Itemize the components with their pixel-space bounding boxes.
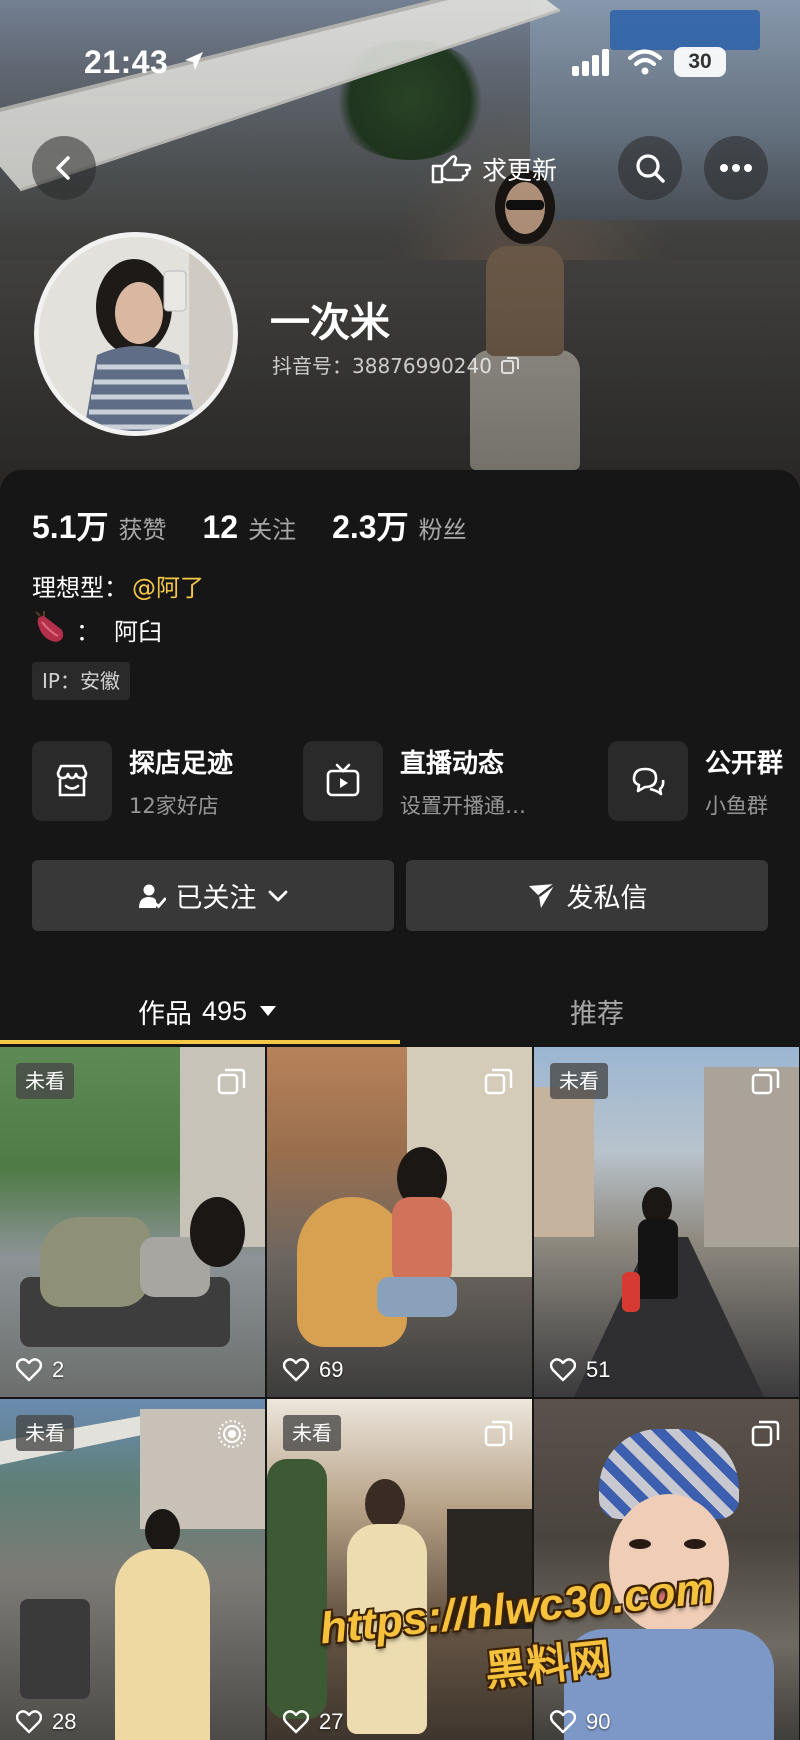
feature-public-group-title: 公开群 [705, 748, 784, 779]
bio-line-1: 理想型： @阿了 [32, 568, 204, 603]
stat-followers-value: 2.3万 [332, 509, 409, 545]
multi-image-icon [751, 1068, 780, 1095]
likes-value: 69 [319, 1357, 344, 1382]
following-button-label: 已关注 [175, 883, 257, 914]
feature-live-updates-title: 直播动态 [400, 748, 505, 779]
live-photo-icon [218, 1420, 246, 1448]
likes-count: 28 [16, 1709, 76, 1735]
stat-following-label: 关注 [248, 516, 297, 544]
cellular-signal-icon [572, 49, 609, 76]
likes-count: 90 [550, 1709, 610, 1735]
status-time: 21:43 [84, 44, 169, 80]
feature-store-visits[interactable]: 探店足迹 12家好店 [32, 740, 233, 822]
pointing-hand-icon [431, 155, 472, 184]
tv-icon [326, 763, 360, 797]
work-thumbnail[interactable]: 未看 2 [0, 1047, 265, 1397]
send-message-button[interactable]: 发私信 [406, 860, 768, 931]
ip-location-tag: IP：安徽 [32, 662, 130, 700]
heart-icon [550, 1358, 576, 1382]
work-thumbnail[interactable]: 90 [534, 1399, 799, 1740]
active-tab-indicator [0, 1040, 400, 1044]
avatar-photo [39, 237, 233, 431]
back-button[interactable] [32, 136, 96, 200]
chevron-left-icon [56, 156, 70, 180]
work-thumbnail[interactable]: 未看 51 [534, 1047, 799, 1397]
stat-following[interactable]: 12 关注 [203, 509, 297, 546]
more-options-button[interactable] [704, 136, 768, 200]
work-thumbnail[interactable]: 69 [267, 1047, 532, 1397]
search-icon [636, 154, 665, 183]
following-button[interactable]: 已关注 [32, 860, 394, 931]
wifi-icon [628, 49, 662, 75]
feature-store-visits-title: 探店足迹 [129, 748, 234, 779]
bio-line-2-text: 阿臼 [114, 617, 162, 646]
send-message-label: 发私信 [566, 883, 648, 914]
tab-recommend[interactable]: 推荐 [570, 986, 624, 1036]
bio-line-2: ： 阿臼 [32, 610, 162, 648]
work-thumbnail[interactable]: 未看 28 [0, 1399, 265, 1740]
copy-icon[interactable] [500, 355, 520, 375]
multi-image-icon [751, 1420, 780, 1447]
request-update-label: 求更新 [482, 156, 558, 185]
tab-works-label: 作品 [138, 998, 192, 1030]
feature-store-visits-subtitle: 12家好店 [129, 793, 219, 818]
unseen-badge: 未看 [16, 1063, 74, 1099]
user-check-icon [138, 884, 166, 909]
heart-icon [283, 1710, 309, 1734]
chat-bubbles-icon [632, 767, 665, 796]
unseen-badge: 未看 [16, 1415, 74, 1451]
multi-image-icon [484, 1420, 513, 1447]
likes-value: 27 [319, 1709, 344, 1734]
work-thumbnail[interactable]: 未看 27 [267, 1399, 532, 1740]
stat-following-value: 12 [202, 509, 239, 545]
tab-works-count: 495 [202, 995, 248, 1026]
multi-image-icon [217, 1068, 246, 1095]
likes-count: 69 [283, 1357, 343, 1383]
douyin-id-row[interactable]: 抖音号：38876990240 [272, 350, 520, 379]
search-button[interactable] [618, 136, 682, 200]
bio-mention-link[interactable]: @阿了 [132, 568, 204, 603]
feature-live-updates-subtitle: 设置开播通… [400, 793, 526, 818]
tab-works[interactable]: 作品 495 [138, 986, 277, 1036]
likes-count: 51 [550, 1357, 610, 1383]
chevron-down-icon [268, 890, 287, 901]
feature-live-updates[interactable]: 直播动态 设置开播通… [303, 740, 526, 822]
status-bar: 21:43 30 [0, 40, 800, 90]
stat-likes-label: 获赞 [118, 516, 167, 544]
likes-count: 27 [283, 1709, 343, 1735]
triangle-down-icon [260, 1006, 277, 1016]
douyin-id-text: 抖音号：38876990240 [272, 354, 492, 378]
likes-value: 2 [52, 1357, 65, 1382]
feature-public-group[interactable]: 公开群 小鱼群 [608, 740, 783, 822]
likes-value: 51 [586, 1357, 611, 1382]
profile-nickname: 一次米 [270, 300, 390, 346]
heart-icon [16, 1710, 42, 1734]
storefront-icon [56, 764, 88, 797]
likes-count: 2 [16, 1357, 64, 1383]
bio-ideal-type-label: 理想型： [32, 574, 128, 602]
heart-icon [550, 1710, 576, 1734]
multi-image-icon [484, 1068, 513, 1095]
likes-value: 28 [52, 1709, 77, 1734]
sweet-potato-emoji-icon [35, 611, 64, 642]
stat-followers-label: 粉丝 [418, 516, 467, 544]
unseen-badge: 未看 [283, 1415, 341, 1451]
location-arrow-icon [185, 52, 203, 70]
stat-likes-value: 5.1万 [32, 509, 109, 545]
request-update-button[interactable]: 求更新 [430, 144, 557, 194]
stat-likes[interactable]: 5.1万 获赞 [32, 502, 167, 548]
send-arrow-icon [528, 882, 556, 908]
heart-icon [16, 1358, 42, 1382]
battery-indicator: 30 [674, 47, 726, 77]
avatar[interactable] [34, 232, 238, 436]
heart-icon [283, 1358, 309, 1382]
bio-line-2-separator: ： [76, 617, 100, 646]
unseen-badge: 未看 [550, 1063, 608, 1099]
likes-value: 90 [586, 1709, 611, 1734]
feature-public-group-subtitle: 小鱼群 [705, 793, 768, 818]
profile-stats: 5.1万 获赞 12 关注 2.3万 粉丝 [32, 502, 503, 548]
stat-followers[interactable]: 2.3万 粉丝 [332, 502, 467, 548]
more-dots-icon [720, 164, 752, 172]
